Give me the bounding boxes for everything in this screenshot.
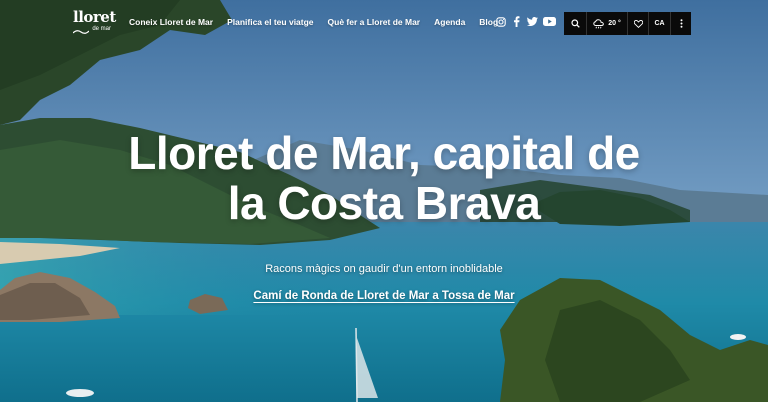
search-icon <box>570 19 580 28</box>
instagram-icon[interactable] <box>495 16 506 27</box>
language-selector[interactable]: CA <box>649 12 671 35</box>
weather-temperature: 20 ° <box>608 20 621 27</box>
search-button[interactable] <box>564 12 587 35</box>
hero-cta: Camí de Ronda de Lloret de Mar a Tossa d… <box>0 290 768 302</box>
nav-item-agenda[interactable]: Agenda <box>434 17 465 27</box>
more-menu-button[interactable] <box>671 12 691 35</box>
hero-cta-link[interactable]: Camí de Ronda de Lloret de Mar a Tossa d… <box>253 290 514 302</box>
language-code: CA <box>654 20 665 27</box>
hero-title: Lloret de Mar, capital de la Costa Brava <box>0 128 768 228</box>
social-links <box>495 16 556 27</box>
lloret-logo[interactable]: lloret de mar <box>73 8 116 36</box>
header-toolbar: 20 ° CA <box>564 12 691 35</box>
heart-icon <box>633 19 643 28</box>
facebook-icon[interactable] <box>511 16 522 27</box>
nav-item-que-fer[interactable]: Què fer a Lloret de Mar <box>328 17 421 27</box>
hero-title-line-1: Lloret de Mar, capital de <box>128 127 640 179</box>
more-vertical-icon <box>680 19 682 28</box>
hero-subtitle: Racons màgics on gaudir d'un entorn inob… <box>265 263 503 275</box>
youtube-icon[interactable] <box>543 16 556 27</box>
nav-item-coneix[interactable]: Coneix Lloret de Mar <box>129 17 213 27</box>
logo-wave-icon <box>73 30 89 34</box>
weather-button[interactable]: 20 ° <box>587 12 628 35</box>
hero-title-line-2: la Costa Brava <box>227 177 541 229</box>
twitter-icon[interactable] <box>527 16 538 27</box>
logo-wordmark: lloret <box>73 8 116 26</box>
favorites-button[interactable] <box>628 12 649 35</box>
nav-item-planifica[interactable]: Planifica el teu viatge <box>227 17 313 27</box>
main-nav: Coneix Lloret de Mar Planifica el teu vi… <box>129 17 498 27</box>
site-header: lloret de mar Coneix Lloret de Mar Plani… <box>0 0 768 46</box>
cloud-rain-icon <box>593 18 605 28</box>
